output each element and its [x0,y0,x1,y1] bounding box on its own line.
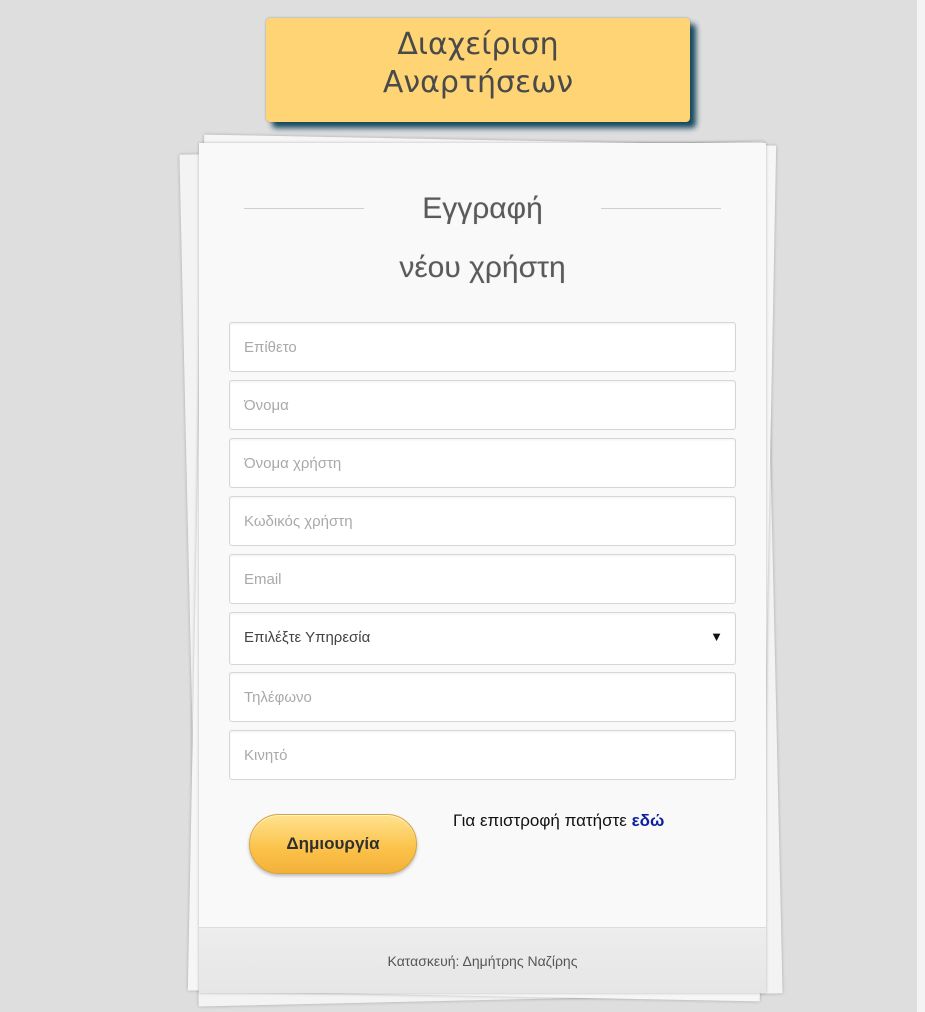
back-text-label: Για επιστροφή πατήστε [453,811,627,830]
back-link[interactable]: εδώ [632,811,665,830]
form-title-line2: νέου χρήστη [399,251,566,284]
app-title-line1: Διαχείριση [397,27,559,62]
app-title-line2: Αναρτήσεων [382,65,574,100]
app-title-banner: Διαχείριση Αναρτήσεων [266,18,690,122]
first-name-input[interactable] [230,381,735,429]
form-title-line1: Εγγραφή [422,192,543,225]
surname-field[interactable] [229,322,736,372]
phone-field[interactable] [229,672,736,722]
registration-card: Εγγραφή νέου χρήστη Επιλέξτε Υπηρεσία ▼ … [199,143,766,993]
email-input[interactable] [230,555,735,603]
phone-input[interactable] [230,673,735,721]
mobile-field[interactable] [229,730,736,780]
email-field[interactable] [229,554,736,604]
password-field[interactable] [229,496,736,546]
footer: Κατασκευή: Δημήτρης Ναζίρης [199,927,766,993]
background-edge [917,0,925,1012]
username-field[interactable] [229,438,736,488]
create-button[interactable]: Δημιουργία [249,814,417,874]
footer-credit: Κατασκευή: Δημήτρης Ναζίρης [387,953,578,969]
surname-input[interactable] [230,323,735,371]
chevron-down-icon: ▼ [710,629,723,644]
back-instructions: Για επιστροφή πατήστε εδώ [453,811,664,831]
service-select-value: Επιλέξτε Υπηρεσία [244,629,371,646]
password-input[interactable] [230,497,735,545]
first-name-field[interactable] [229,380,736,430]
mobile-input[interactable] [230,731,735,779]
service-select[interactable]: Επιλέξτε Υπηρεσία ▼ [229,612,736,665]
username-input[interactable] [230,439,735,487]
